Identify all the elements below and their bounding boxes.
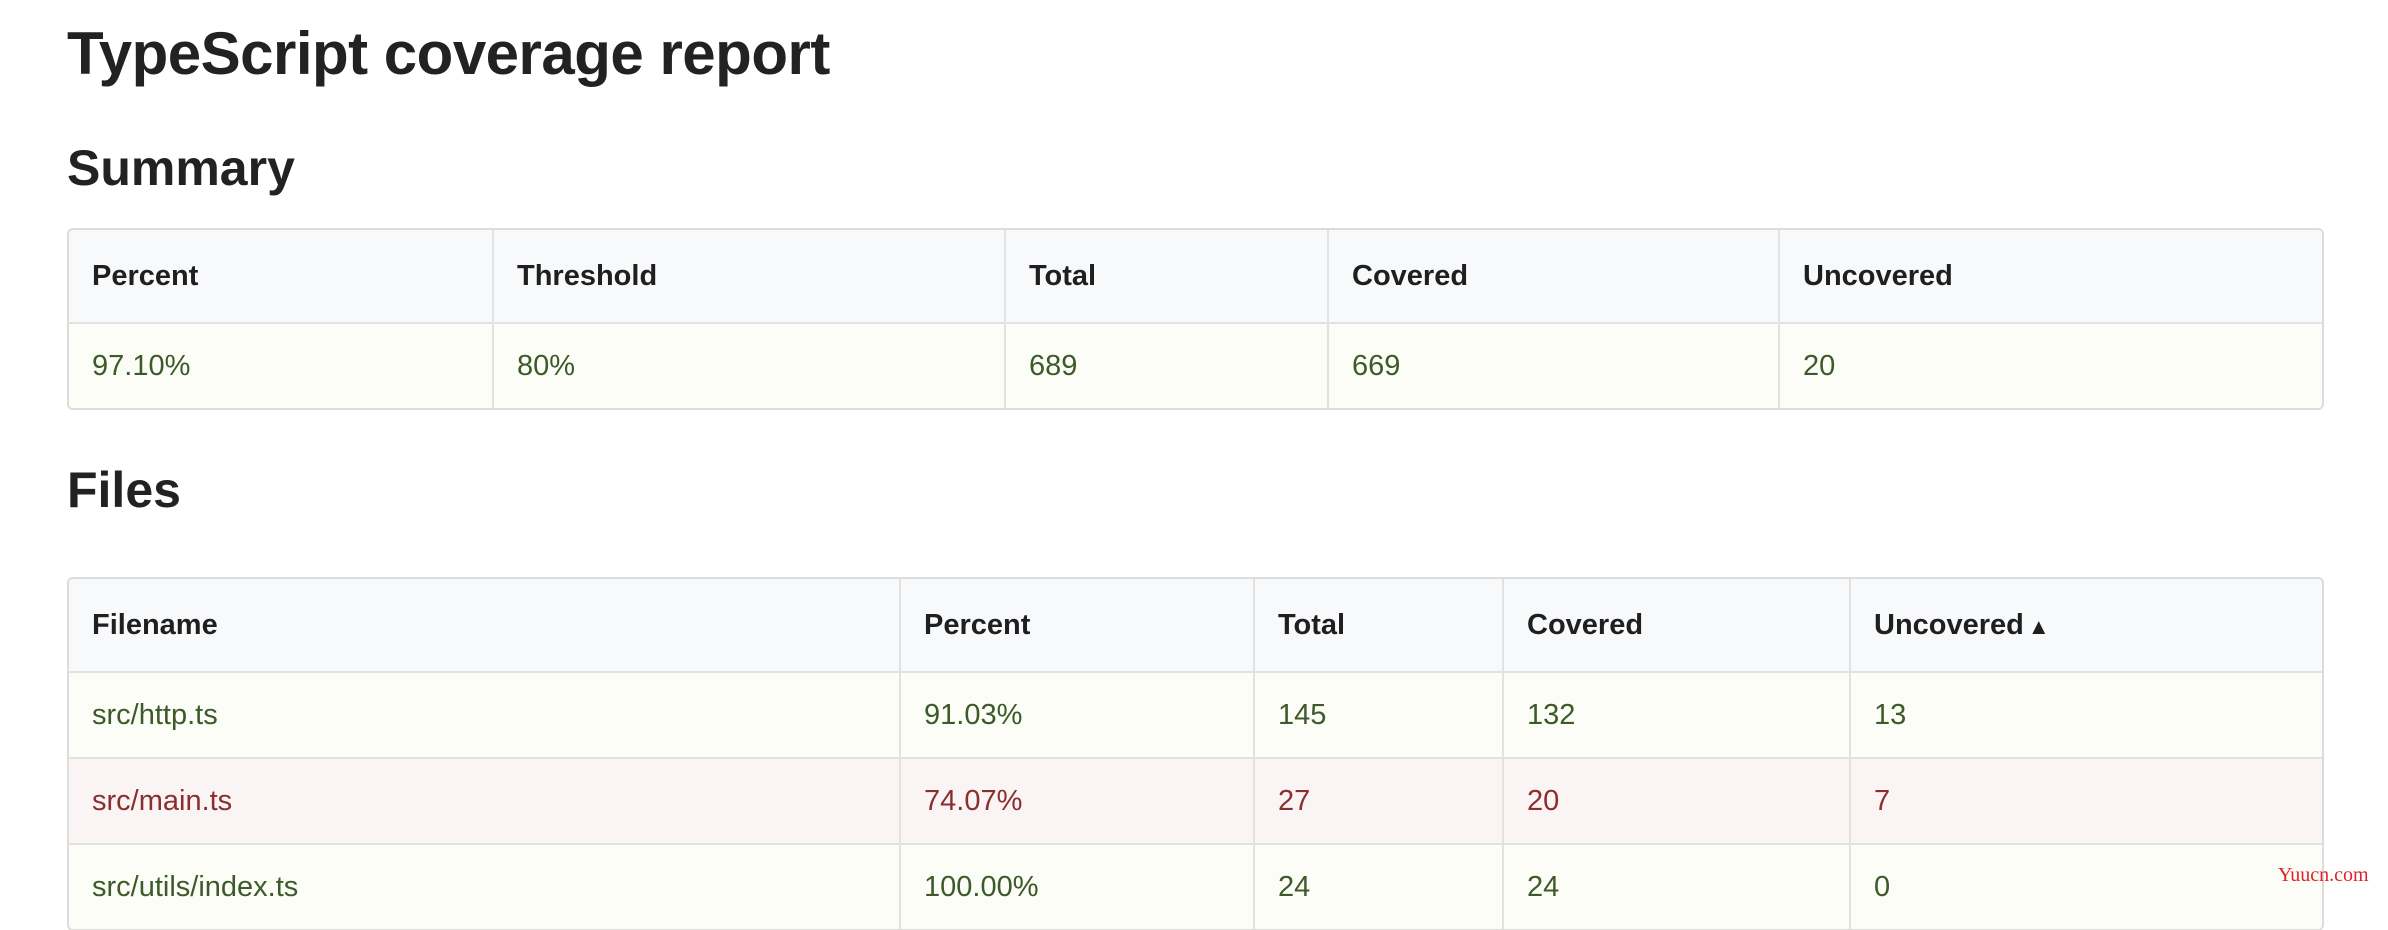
files-col-percent-label: Percent xyxy=(924,608,1031,641)
summary-table: Percent Threshold Total Covered Uncovere… xyxy=(67,228,2324,410)
page-title: TypeScript coverage report xyxy=(67,20,830,87)
files-col-filename[interactable]: Filename xyxy=(69,579,901,673)
files-col-covered-label: Covered xyxy=(1527,608,1644,641)
file-uncovered: 0 xyxy=(1851,845,2322,929)
summary-percent: 97.10% xyxy=(69,324,494,408)
summary-threshold: 80% xyxy=(494,324,1006,408)
summary-header-row: Percent Threshold Total Covered Uncovere… xyxy=(69,230,2322,324)
file-covered: 24 xyxy=(1504,845,1851,929)
files-header-row: Filename Percent Total Covered Uncovered… xyxy=(69,579,2322,673)
summary-total: 689 xyxy=(1006,324,1329,408)
file-percent: 100.00% xyxy=(901,845,1255,929)
summary-col-covered: Covered xyxy=(1329,230,1780,324)
files-col-uncovered-label: Uncovered xyxy=(1874,608,2024,641)
files-col-total[interactable]: Total xyxy=(1255,579,1504,673)
file-total: 24 xyxy=(1255,845,1504,929)
summary-col-total: Total xyxy=(1006,230,1329,324)
table-row: src/http.ts 91.03% 145 132 13 xyxy=(69,673,2322,759)
coverage-report-page: TypeScript coverage report Summary Perce… xyxy=(0,0,2388,930)
file-covered: 20 xyxy=(1504,759,1851,845)
sort-ascending-icon: ▲ xyxy=(2027,613,2050,639)
file-name: src/utils/index.ts xyxy=(69,845,901,929)
files-heading: Files xyxy=(67,462,181,518)
summary-col-uncovered: Uncovered xyxy=(1780,230,2322,324)
file-percent: 91.03% xyxy=(901,673,1255,759)
summary-col-percent: Percent xyxy=(69,230,494,324)
summary-covered: 669 xyxy=(1329,324,1780,408)
table-row: src/main.ts 74.07% 27 20 7 xyxy=(69,759,2322,845)
file-percent: 74.07% xyxy=(901,759,1255,845)
summary-row: 97.10% 80% 689 669 20 xyxy=(69,324,2322,408)
file-uncovered: 13 xyxy=(1851,673,2322,759)
table-row: src/utils/index.ts 100.00% 24 24 0 xyxy=(69,845,2322,929)
summary-uncovered: 20 xyxy=(1780,324,2322,408)
summary-col-threshold: Threshold xyxy=(494,230,1006,324)
watermark: Yuucn.com xyxy=(2278,864,2369,886)
files-col-filename-label: Filename xyxy=(92,608,218,641)
file-total: 27 xyxy=(1255,759,1504,845)
files-col-total-label: Total xyxy=(1278,608,1346,641)
files-col-uncovered[interactable]: Uncovered ▲ xyxy=(1851,579,2322,673)
file-name: src/http.ts xyxy=(69,673,901,759)
file-total: 145 xyxy=(1255,673,1504,759)
files-col-covered[interactable]: Covered xyxy=(1504,579,1851,673)
files-col-percent[interactable]: Percent xyxy=(901,579,1255,673)
file-covered: 132 xyxy=(1504,673,1851,759)
file-name: src/main.ts xyxy=(69,759,901,845)
file-uncovered: 7 xyxy=(1851,759,2322,845)
files-table: Filename Percent Total Covered Uncovered… xyxy=(67,577,2324,930)
summary-heading: Summary xyxy=(67,140,295,196)
